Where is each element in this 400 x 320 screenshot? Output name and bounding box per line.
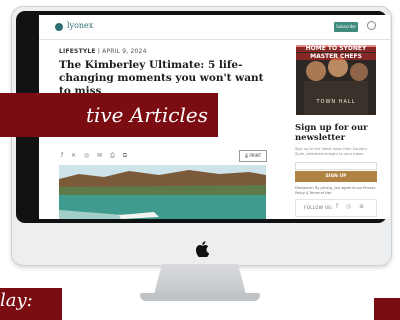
newsletter-description: Sign up to the latest news from Country …: [295, 147, 367, 156]
site-logo[interactable]: lyonex: [67, 21, 93, 30]
apple-logo-icon: [196, 241, 210, 257]
print-button[interactable]: ⎙ PRINT: [239, 150, 267, 162]
section-banner: tive Articles: [0, 93, 218, 137]
signup-button[interactable]: SIGN UP: [295, 171, 377, 182]
promo-subline: TOWN HALL: [316, 99, 356, 105]
article-kicker: LIFESTYLE | APRIL 9, 2024: [59, 48, 147, 55]
search-icon[interactable]: [367, 21, 376, 30]
promo-headline-2: MASTER CHEFS: [296, 53, 376, 60]
monitor-stand-neck: [154, 264, 246, 294]
logo-mark-icon: [55, 23, 63, 31]
monitor-stand-base: [140, 293, 260, 301]
promo-headline-1: HOME TO SYDNEY: [296, 45, 376, 52]
bottom-label-text: lay:: [0, 290, 33, 311]
subscribe-button[interactable]: Subscribe: [334, 22, 358, 32]
site-nav: lyonex Subscribe: [39, 15, 390, 40]
share-icons[interactable]: f ✕ ◎ ✉ ⎙ ⧉: [61, 152, 130, 160]
email-input[interactable]: [295, 162, 377, 170]
follow-us-box: FOLLOW US: f ◎ ⊕: [295, 199, 377, 217]
follow-label: FOLLOW US:: [304, 205, 333, 210]
date-label: | APRIL 9, 2024: [97, 48, 147, 55]
newsletter-disclaimer: Disclaimer: By joining, you agree to our…: [295, 186, 376, 195]
newsletter-title: Sign up for our newsletter: [295, 123, 368, 143]
bottom-label-box: lay:: [0, 288, 62, 320]
social-icons[interactable]: f ◎ ⊕: [336, 203, 367, 210]
category-label[interactable]: LIFESTYLE: [59, 48, 96, 55]
corner-accent-box: [374, 298, 400, 320]
hero-image: [59, 165, 266, 219]
